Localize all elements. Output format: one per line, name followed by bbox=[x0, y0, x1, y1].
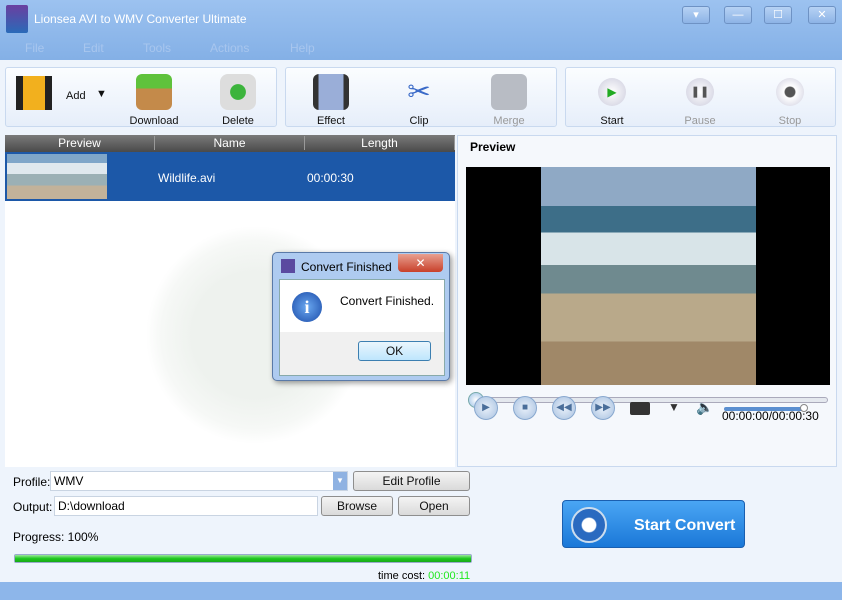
merge-button[interactable]: Merge bbox=[481, 68, 537, 128]
column-preview[interactable]: Preview bbox=[5, 136, 155, 150]
download-label: Download bbox=[129, 115, 179, 127]
time-cost-value: 00:00:11 bbox=[428, 570, 471, 582]
close-button[interactable]: ✕ bbox=[808, 6, 836, 24]
pause-label: Pause bbox=[684, 115, 716, 127]
file-toolbar-group: Add ▼ Download Delete bbox=[5, 67, 277, 127]
dialog-close-button[interactable]: ✕ bbox=[398, 254, 443, 272]
clip-label: Clip bbox=[409, 115, 429, 127]
time-cost: time cost: 00:00:11 bbox=[378, 570, 470, 582]
app-logo-icon bbox=[281, 259, 295, 273]
column-length[interactable]: Length bbox=[305, 136, 455, 150]
clock-icon bbox=[571, 507, 607, 543]
dialog-body: i Convert Finished. OK bbox=[279, 279, 445, 376]
video-display bbox=[466, 167, 830, 385]
output-label: Output: bbox=[13, 500, 53, 514]
play-icon: ▶ bbox=[482, 402, 490, 413]
table-row[interactable]: Wildlife.avi 00:00:30 bbox=[5, 152, 455, 201]
stop-button-preview[interactable]: ■ bbox=[513, 396, 537, 420]
effect-label: Effect bbox=[317, 115, 345, 127]
file-length: 00:00:30 bbox=[307, 171, 354, 185]
volume-slider[interactable] bbox=[724, 407, 804, 411]
fast-forward-icon: ▶▶ bbox=[595, 402, 611, 413]
delete-label: Delete bbox=[222, 115, 254, 127]
stop-label: Stop bbox=[778, 115, 802, 127]
play-icon: ▶ bbox=[598, 78, 626, 106]
video-frame bbox=[541, 167, 756, 385]
stop-button[interactable]: Stop bbox=[762, 68, 818, 128]
add-label: Add bbox=[66, 90, 86, 102]
edit-profile-button[interactable]: Edit Profile bbox=[353, 471, 470, 491]
start-convert-label: Start Convert bbox=[634, 517, 736, 534]
preview-title: Preview bbox=[470, 140, 516, 154]
menu-edit[interactable]: Edit bbox=[83, 41, 104, 55]
maximize-button[interactable]: ☐ bbox=[764, 6, 792, 24]
progress-label: Progress: 100% bbox=[13, 530, 99, 544]
profile-value: WMV bbox=[54, 474, 84, 488]
chevron-down-icon[interactable]: ▼ bbox=[333, 472, 347, 490]
video-thumbnail bbox=[7, 154, 107, 199]
snapshot-dropdown-icon[interactable]: ▼ bbox=[668, 400, 680, 414]
start-label: Start bbox=[600, 115, 624, 127]
add-video-icon bbox=[16, 76, 52, 110]
stop-icon: ■ bbox=[521, 402, 529, 413]
output-field[interactable]: D:\download bbox=[54, 496, 318, 516]
chevron-down-icon: ▼ bbox=[96, 88, 107, 100]
volume-icon[interactable]: 🔈 bbox=[696, 399, 713, 416]
menu-help[interactable]: Help bbox=[290, 41, 315, 55]
rewind-button[interactable]: ◀◀ bbox=[552, 396, 576, 420]
add-button[interactable]: Add ▼ bbox=[10, 68, 110, 128]
time-cost-label: time cost: bbox=[378, 570, 426, 582]
dialog-message: Convert Finished. bbox=[340, 294, 435, 308]
info-icon: i bbox=[292, 292, 322, 322]
ok-button[interactable]: OK bbox=[358, 341, 431, 361]
list-header: Preview Name Length bbox=[5, 135, 455, 152]
edit-toolbar-group: Effect ✂ Clip Merge bbox=[285, 67, 557, 127]
recycle-bin-icon bbox=[220, 74, 256, 110]
dialog-title: Convert Finished bbox=[301, 260, 392, 274]
window-title: Lionsea AVI to WMV Converter Ultimate bbox=[34, 12, 247, 26]
file-name: Wildlife.avi bbox=[158, 171, 216, 185]
snapshot-camera-icon[interactable] bbox=[630, 402, 650, 415]
minimize-button[interactable]: — bbox=[724, 6, 752, 24]
stop-icon bbox=[776, 78, 804, 106]
pause-icon: ❚❚ bbox=[686, 78, 714, 106]
playback-toolbar-group: ▶ Start ❚❚ Pause Stop bbox=[565, 67, 836, 127]
title-bar: Lionsea AVI to WMV Converter Ultimate ▾ … bbox=[0, 0, 842, 60]
volume-handle[interactable] bbox=[800, 404, 808, 412]
menu-actions[interactable]: Actions bbox=[210, 41, 249, 55]
start-convert-button[interactable]: Start Convert bbox=[562, 500, 745, 548]
merge-label: Merge bbox=[493, 115, 525, 127]
progress-bar bbox=[14, 554, 472, 563]
download-box-icon bbox=[136, 74, 172, 110]
convert-finished-dialog: Convert Finished ✕ i Convert Finished. O… bbox=[272, 252, 450, 381]
merge-icon bbox=[491, 74, 527, 110]
clip-button[interactable]: ✂ Clip bbox=[391, 68, 447, 128]
menu-file[interactable]: File bbox=[25, 41, 44, 55]
scissors-icon: ✂ bbox=[407, 76, 431, 107]
download-button[interactable]: Download bbox=[126, 68, 182, 128]
preview-panel: Preview 00:00:00/00:00:30 ▶ ■ ◀◀ ▶▶ ▼ 🔈 bbox=[457, 135, 837, 467]
profile-label: Profile: bbox=[13, 475, 51, 489]
play-button[interactable]: ▶ bbox=[474, 396, 498, 420]
column-name[interactable]: Name bbox=[155, 136, 305, 150]
menu-tools[interactable]: Tools bbox=[143, 41, 171, 55]
pause-button[interactable]: ❚❚ Pause bbox=[672, 68, 728, 128]
start-button[interactable]: ▶ Start bbox=[584, 68, 640, 128]
browse-button[interactable]: Browse bbox=[321, 496, 393, 516]
open-button[interactable]: Open bbox=[398, 496, 470, 516]
film-effect-icon bbox=[313, 74, 349, 110]
effect-button[interactable]: Effect bbox=[303, 68, 359, 128]
rewind-icon: ◀◀ bbox=[556, 402, 572, 413]
progress-fill bbox=[15, 555, 471, 562]
dropdown-window-button[interactable]: ▾ bbox=[682, 6, 710, 24]
profile-select[interactable]: WMV ▼ bbox=[50, 471, 348, 491]
fast-forward-button[interactable]: ▶▶ bbox=[591, 396, 615, 420]
delete-button[interactable]: Delete bbox=[210, 68, 266, 128]
app-logo-icon bbox=[6, 5, 28, 33]
